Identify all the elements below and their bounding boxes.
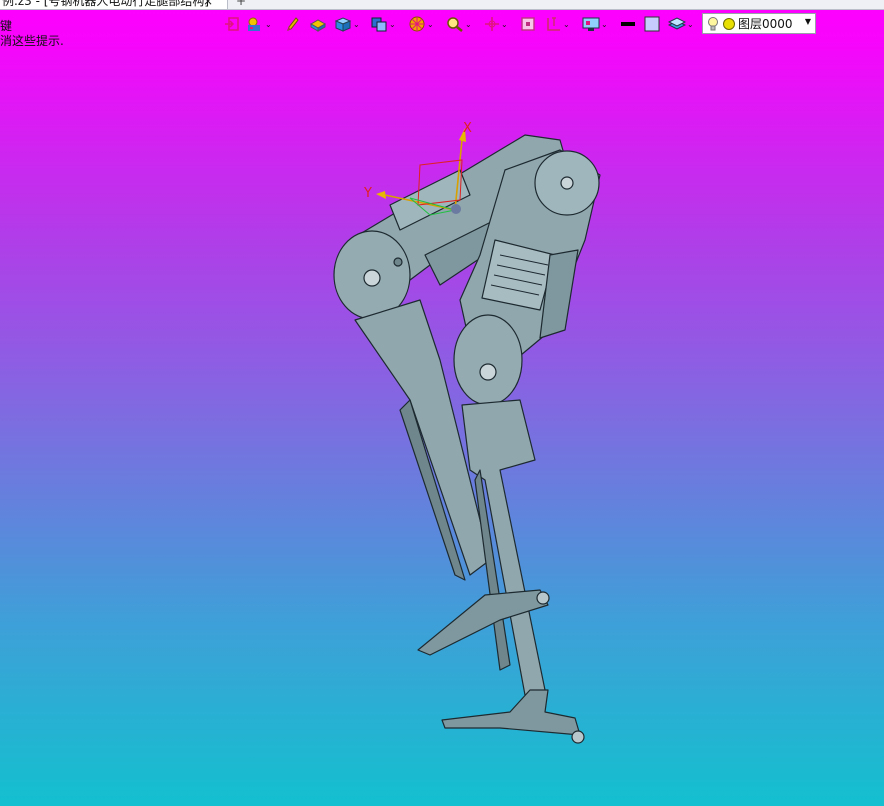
pen-button[interactable] <box>286 15 300 33</box>
robot-leg-model <box>333 134 601 744</box>
exit-icon <box>225 17 239 31</box>
document-tab-title: 例.z3 - [号钢机器人电动行走腿部结构] <box>2 0 210 8</box>
shaded-box-button[interactable] <box>309 15 327 33</box>
display-icon <box>582 17 600 31</box>
color-swatch-icon <box>621 22 635 26</box>
line-color-button[interactable] <box>620 15 636 33</box>
chevron-down-icon: ⌄ <box>601 19 608 29</box>
x-axis-label: X <box>463 121 472 136</box>
layer-select[interactable]: 图层0000 ▼ <box>702 13 816 34</box>
cube-icon <box>334 17 352 32</box>
layer-state-icon <box>723 17 735 30</box>
chevron-down-icon: ⌄ <box>465 19 472 29</box>
add-tab-button[interactable]: + <box>236 0 246 9</box>
fill-swatch-icon <box>644 16 660 32</box>
chevron-down-icon: ▼ <box>804 17 811 26</box>
layer-stack-icon <box>668 17 686 30</box>
wheel-button[interactable]: ⌄ <box>408 15 434 33</box>
analysis-button[interactable]: ⌄ <box>246 15 272 33</box>
frame-button[interactable] <box>520 15 536 33</box>
shaded-box-icon <box>309 19 327 32</box>
pen-icon <box>287 17 299 31</box>
layer-name: 图层0000 <box>738 17 793 31</box>
cube-button[interactable]: ⌄ <box>334 15 360 33</box>
layer-manager-button[interactable]: ⌄ <box>668 15 694 33</box>
chevron-down-icon: ⌄ <box>427 19 434 29</box>
frame-icon <box>521 17 535 31</box>
exit-button[interactable] <box>224 15 240 33</box>
axis-icon <box>485 17 499 31</box>
chevron-down-icon: ⌄ <box>687 19 694 29</box>
chevron-down-icon: ⌄ <box>563 19 570 29</box>
axis-button[interactable]: ⌄ <box>484 15 508 33</box>
close-icon[interactable]: × <box>203 0 213 9</box>
tab-bar: 例.z3 - [号钢机器人电动行走腿部结构] × + <box>0 0 884 10</box>
chevron-down-icon: ⌄ <box>265 19 272 29</box>
3d-viewport[interactable]: X Y <box>0 40 884 806</box>
fill-color-button[interactable] <box>644 15 660 33</box>
section-icon <box>547 17 560 31</box>
view-button[interactable]: ⌄ <box>370 15 396 33</box>
analysis-icon <box>248 17 260 31</box>
chevron-down-icon: ⌄ <box>353 19 360 29</box>
chevron-down-icon: ⌄ <box>501 19 508 29</box>
view-icon <box>371 17 387 32</box>
chevron-down-icon: ⌄ <box>389 19 396 29</box>
display-button[interactable]: ⌄ <box>582 15 608 33</box>
zoom-button[interactable]: ⌄ <box>446 15 472 33</box>
document-tab[interactable]: 例.z3 - [号钢机器人电动行走腿部结构] × <box>0 0 228 9</box>
section-button[interactable]: ⌄ <box>546 15 570 33</box>
lightbulb-icon <box>708 16 718 30</box>
wheel-icon <box>409 16 425 32</box>
y-axis-label: Y <box>363 186 372 201</box>
magnifier-icon <box>447 17 463 32</box>
